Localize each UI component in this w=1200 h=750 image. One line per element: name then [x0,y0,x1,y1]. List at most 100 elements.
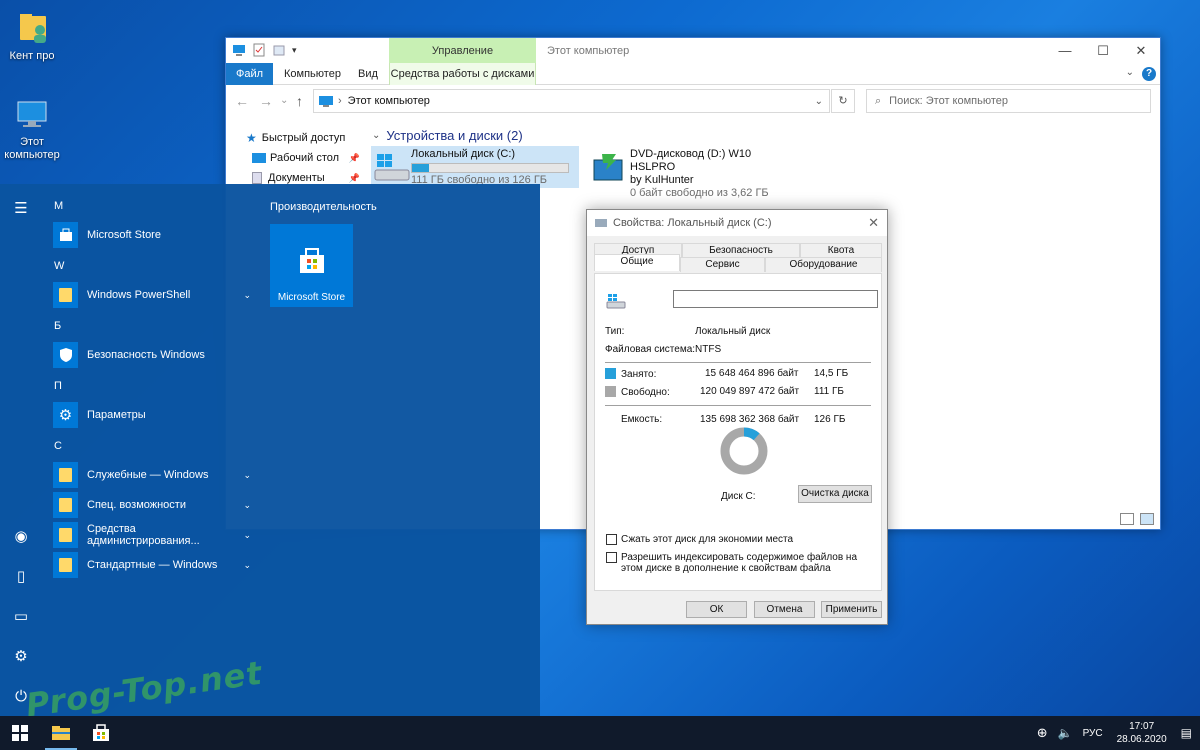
context-tab-manage[interactable]: Управление [389,38,536,63]
search-icon: ⌕ [875,94,882,107]
store-icon [299,248,324,273]
app-label: Microsoft Store [87,229,161,241]
ribbon-expand-icon[interactable]: ⌄ [1126,67,1134,78]
group-header[interactable]: ⌄ Устройства и диски (2) [366,128,523,143]
pictures-icon[interactable]: ▭ [12,608,30,626]
index-checkbox-row[interactable]: Разрешить индексировать содержимое файло… [606,552,876,574]
app-item-microsoft-store[interactable]: Microsoft Store [53,222,251,248]
tab-hardware[interactable]: Оборудование [765,257,882,272]
drive-d[interactable]: DVD-дисковод (D:) W10 HSLPRO by KulHunte… [590,146,790,199]
settings-gear-icon[interactable]: ⚙ [12,648,30,666]
chevron-down-icon[interactable]: ⌄ [243,470,251,481]
divider [605,405,871,406]
up-icon[interactable]: ↑ [296,93,303,109]
new-folder-icon[interactable] [272,43,286,57]
file-explorer-icon [52,726,70,740]
back-icon[interactable]: ← [235,93,249,109]
tab-row-2: Общие Сервис Оборудование [594,254,882,272]
user-folder-icon [12,8,52,48]
drive-c[interactable]: Локальный диск (C:) 111 ГБ свободно из 1… [371,146,579,188]
recent-dropdown-icon[interactable]: ⌄ [280,95,288,106]
letter-header[interactable]: П [54,380,62,392]
forward-icon[interactable]: → [259,93,273,109]
compress-checkbox-row[interactable]: Сжать этот диск для экономии места [606,534,793,545]
used-bytes: 15 648 464 896 байт [705,368,799,379]
letter-header[interactable]: Б [54,320,61,332]
help-icon[interactable]: ? [1142,67,1156,81]
tab-quota[interactable]: Квота [800,243,882,258]
minimize-icon[interactable]: — [1046,38,1084,63]
dialog-titlebar: Свойства: Локальный диск (C:) ✕ [587,210,887,236]
taskbar-microsoft-store[interactable] [81,716,121,750]
address-dropdown-icon[interactable]: ⌄ [815,96,823,107]
chevron-down-icon[interactable]: ⌄ [243,500,251,511]
app-item-settings[interactable]: ⚙ Параметры [53,402,251,428]
search-placeholder: Поиск: Этот компьютер [889,95,1009,107]
sidebar-item-quick-access[interactable]: ★ Быстрый доступ [226,128,366,148]
tile-microsoft-store[interactable]: Microsoft Store [270,224,353,307]
large-icons-view-icon[interactable] [1140,513,1154,525]
tab-general[interactable]: Общие [594,254,680,271]
documents-icon[interactable]: ▯ [12,568,30,586]
user-account-icon[interactable]: ◉ [12,528,30,546]
capacity-gb: 126 ГБ [814,414,846,425]
app-item-powershell[interactable]: Windows PowerShell ⌄ [53,282,251,308]
tab-security[interactable]: Безопасность [682,243,800,258]
volume-icon[interactable]: 🔈 [1058,726,1073,740]
tab-view[interactable]: Вид [348,63,388,85]
clock-date: 28.06.2020 [1116,734,1167,745]
cancel-button[interactable]: Отмена [754,601,815,618]
apply-button[interactable]: Применить [821,601,882,618]
app-item-windows-security[interactable]: Безопасность Windows [53,342,251,368]
desktop-icon-label: Кент про [9,50,55,62]
breadcrumb-chevron-icon[interactable]: › [338,95,342,107]
this-pc-icon [12,94,52,134]
quick-access-toolbar: ▾ [232,43,306,57]
clock[interactable]: 17:07 28.06.2020 [1107,720,1181,746]
app-item-system-tools[interactable]: Служебные — Windows ⌄ [53,462,251,488]
maximize-icon[interactable]: ☐ [1084,38,1122,63]
tab-tools[interactable]: Сервис [680,257,765,272]
letter-header[interactable]: W [54,260,64,272]
close-icon[interactable]: ✕ [1122,38,1160,63]
letter-header[interactable]: С [54,440,62,452]
refresh-button[interactable]: ↻ [831,89,855,113]
details-view-icon[interactable] [1120,513,1134,525]
language-indicator[interactable]: РУС [1083,728,1103,739]
properties-icon[interactable] [252,43,266,57]
drive-label-field[interactable] [673,290,878,308]
index-checkbox[interactable] [606,552,617,563]
start-button[interactable] [0,716,40,750]
tab-file[interactable]: Файл [226,63,273,85]
folder-icon [53,522,78,548]
ok-button[interactable]: ОК [686,601,747,618]
tile-group-header[interactable]: Производительность [270,201,377,213]
tab-computer[interactable]: Компьютер [274,63,351,85]
letter-header[interactable]: M [54,200,63,212]
notifications-icon[interactable]: ▤ [1181,726,1192,740]
search-box[interactable]: ⌕ Поиск: Этот компьютер [866,89,1151,113]
desktop-icon-this-pc[interactable]: Этот компьютер [0,94,64,162]
disk-label: Диск C: [721,491,756,502]
chevron-down-icon[interactable]: ⌄ [243,530,251,541]
close-icon[interactable]: ✕ [868,215,879,231]
view-switcher [1120,513,1154,525]
taskbar-file-explorer[interactable] [41,716,81,750]
tab-drive-tools[interactable]: Средства работы с дисками [389,63,536,85]
desktop-icon-user[interactable]: Кент про [0,8,64,63]
app-item-accessories[interactable]: Стандартные — Windows ⌄ [53,552,251,578]
app-label: Спец. возможности [87,499,186,511]
clock-time: 17:07 [1129,721,1155,732]
disk-cleanup-button[interactable]: Очистка диска [798,485,872,503]
compress-checkbox[interactable] [606,534,617,545]
sidebar-item-desktop[interactable]: Рабочий стол 📌 [226,148,366,168]
hamburger-menu-icon[interactable]: ☰ [12,200,30,218]
address-bar[interactable]: › Этот компьютер ⌄ [313,89,830,113]
app-item-accessibility[interactable]: Спец. возможности ⌄ [53,492,251,518]
chevron-down-icon[interactable]: ⌄ [243,560,251,571]
qat-dropdown-icon[interactable]: ▾ [292,43,306,57]
chevron-down-icon[interactable]: ⌄ [243,290,251,301]
app-item-admin-tools[interactable]: Средства администрирования... ⌄ [53,522,251,548]
network-globe-icon[interactable]: ⊕ [1037,725,1048,741]
pin-icon: 📌 [348,152,360,163]
